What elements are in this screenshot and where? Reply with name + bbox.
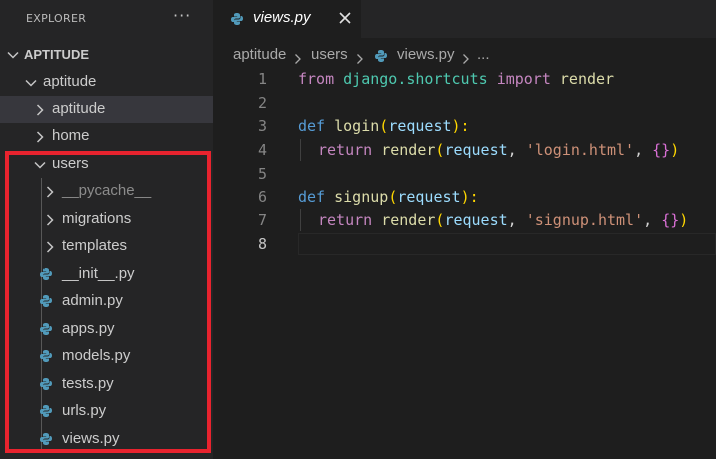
chevron-right-icon (293, 50, 303, 69)
code-line: 2 (213, 92, 716, 116)
chevron-right-icon (33, 96, 47, 123)
line-number: 8 (257, 235, 267, 253)
code-text: return render(request, 'login.html', {}) (318, 141, 680, 159)
more-actions-icon[interactable]: ··· (173, 6, 191, 25)
explorer-sidebar: EXPLORER ··· APTITUDE aptitude aptitude … (0, 0, 213, 459)
chevron-right-icon (461, 50, 471, 69)
project-name: APTITUDE (24, 47, 89, 62)
line-number: 2 (257, 94, 267, 112)
chevron-down-icon (24, 69, 38, 96)
line-number: 4 (257, 141, 267, 159)
code-line: 4 return render(request, 'login.html', {… (213, 139, 716, 163)
code-text: return render(request, 'signup.html', {}… (318, 211, 689, 229)
chevron-right-icon (355, 50, 365, 69)
line-number: 1 (257, 70, 267, 88)
breadcrumb-views-py[interactable]: views.py (397, 46, 455, 63)
tree-folder-home[interactable]: home (0, 123, 213, 150)
annotation-highlight-box (5, 151, 211, 453)
close-icon[interactable] (337, 10, 353, 26)
code-text: def signup(request): (298, 188, 479, 206)
code-line-current: 8 (213, 233, 716, 257)
folder-label: aptitude (43, 73, 97, 90)
code-editor[interactable]: 1 from django.shortcuts import render 2 … (213, 68, 716, 459)
chevron-right-icon (33, 123, 47, 150)
folder-label: home (52, 127, 90, 144)
line-number: 5 (257, 165, 267, 183)
tree-folder-aptitude[interactable]: aptitude (0, 69, 213, 96)
tab-views-py[interactable]: views.py (213, 0, 361, 38)
breadcrumb-symbol[interactable]: ... (477, 46, 490, 63)
explorer-header: EXPLORER ··· (0, 0, 213, 38)
code-line: 1 from django.shortcuts import render (213, 68, 716, 92)
python-file-icon (374, 48, 388, 62)
line-number: 3 (257, 117, 267, 135)
tree-folder-aptitude-sub[interactable]: aptitude (0, 96, 213, 123)
tab-bar: views.py (213, 0, 716, 38)
code-text: from django.shortcuts import render (298, 70, 615, 88)
folder-label: aptitude (52, 100, 106, 117)
current-line-highlight (298, 233, 716, 255)
project-section-header[interactable]: APTITUDE (0, 41, 213, 68)
code-line: 6 def signup(request): (213, 186, 716, 210)
line-number: 6 (257, 188, 267, 206)
breadcrumb-users[interactable]: users (311, 46, 348, 63)
python-file-icon (230, 11, 244, 25)
code-line: 3 def login(request): (213, 115, 716, 139)
line-number: 7 (257, 211, 267, 229)
code-line: 7 return render(request, 'signup.html', … (213, 209, 716, 233)
breadcrumb-aptitude[interactable]: aptitude (233, 46, 286, 63)
explorer-title: EXPLORER (26, 12, 87, 25)
breadcrumb: aptitude users views.py ... (213, 38, 716, 72)
code-line: 5 (213, 163, 716, 187)
chevron-down-icon (6, 41, 20, 68)
code-text: def login(request): (298, 117, 470, 135)
tab-label: views.py (253, 9, 311, 26)
